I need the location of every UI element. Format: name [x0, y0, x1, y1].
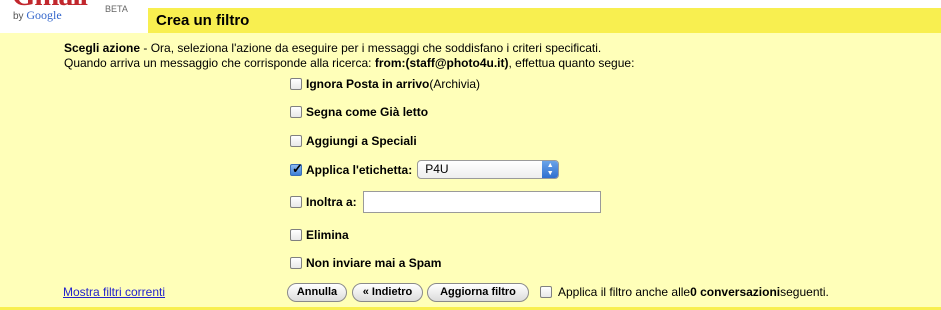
forward-checkbox[interactable]	[290, 196, 302, 208]
intro-heading: Scegli azione	[64, 41, 141, 55]
gmail-logo-mark: Gmail	[12, 0, 104, 11]
forward-address-input[interactable]	[362, 191, 601, 213]
option-never-spam[interactable]: Non inviare mai a Spam	[290, 256, 441, 270]
option-forward[interactable]: Inoltra a:	[290, 191, 601, 213]
option-apply-label[interactable]: Applica l'etichetta: P4U ▲▼	[290, 160, 560, 179]
option-skip-inbox[interactable]: Ignora Posta in arrivo (Archivia)	[290, 77, 480, 91]
update-filter-button[interactable]: Aggiorna filtro	[427, 283, 529, 302]
delete-checkbox[interactable]	[290, 229, 302, 241]
cancel-button[interactable]: Annulla	[287, 283, 347, 302]
select-arrows-icon: ▲ ▼	[542, 161, 559, 178]
conversation-count: 0 conversazioni	[690, 285, 781, 299]
skip-inbox-checkbox[interactable]	[290, 78, 302, 90]
beta-badge: BETA	[105, 4, 128, 14]
option-delete[interactable]: Elimina	[290, 228, 349, 242]
label-select[interactable]: P4U ▲ ▼	[417, 160, 560, 179]
mark-read-checkbox[interactable]	[290, 106, 302, 118]
show-filters-link[interactable]: Mostra filtri correnti	[63, 285, 165, 299]
never-spam-checkbox[interactable]	[290, 257, 302, 269]
search-query: from:(staff@photo4u.it)	[374, 56, 509, 70]
title-bar: Crea un filtro	[148, 8, 941, 33]
star-checkbox[interactable]	[290, 135, 302, 147]
intro-text: Scegli azione - Ora, seleziona l'azione …	[64, 41, 635, 70]
by-google-text: by Google	[13, 8, 62, 22]
page-title: Crea un filtro	[156, 12, 250, 29]
apply-label-checkbox[interactable]	[290, 161, 303, 177]
option-mark-read[interactable]: Segna come Già letto	[290, 105, 428, 119]
apply-to-existing-checkbox[interactable]	[540, 286, 552, 298]
gmail-logo[interactable]: Gmail by Google BETA	[0, 0, 150, 26]
filter-panel: Scegli azione - Ora, seleziona l'azione …	[0, 33, 941, 307]
option-star[interactable]: Aggiungi a Speciali	[290, 134, 417, 148]
back-button[interactable]: « Indietro	[352, 283, 423, 302]
apply-to-existing[interactable]: Applica il filtro anche alle 0 conversaz…	[540, 285, 829, 299]
